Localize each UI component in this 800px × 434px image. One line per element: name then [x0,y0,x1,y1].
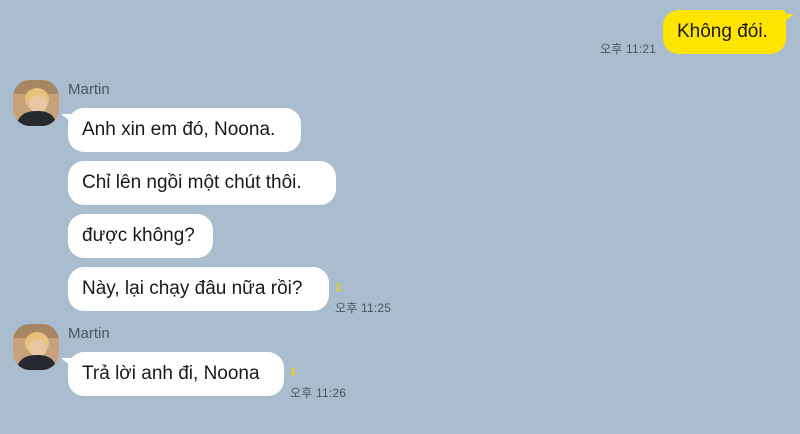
sender-avatar[interactable] [13,80,59,126]
sender-name: Martin [68,325,110,342]
outgoing-message-bubble[interactable]: Không đói. [663,10,794,54]
profile-photo-icon [13,324,59,370]
unread-count: 1 [335,282,342,294]
incoming-message-bubble[interactable]: Trả lời anh đi, Noona [61,352,284,396]
incoming-message-bubble[interactable]: Này, lại chạy đâu nữa rồi? [68,267,329,311]
message-timestamp: 오후 11:25 [335,301,392,315]
incoming-message-bubble[interactable]: Chỉ lên ngồi một chút thôi. [68,161,336,205]
sender-avatar[interactable] [13,324,59,370]
incoming-message-bubble[interactable]: Anh xin em đó, Noona. [61,108,301,152]
message-timestamp: 오후 11:26 [290,386,347,400]
chat-room: 오후 11:21 Không đói. Martin Anh xin em đó… [0,0,800,434]
outgoing-timestamp: 오후 11:21 [600,42,657,56]
sender-name: Martin [68,81,110,98]
incoming-message-bubble[interactable]: được không? [68,214,213,258]
unread-count: 1 [290,366,297,378]
profile-photo-icon [13,80,59,126]
